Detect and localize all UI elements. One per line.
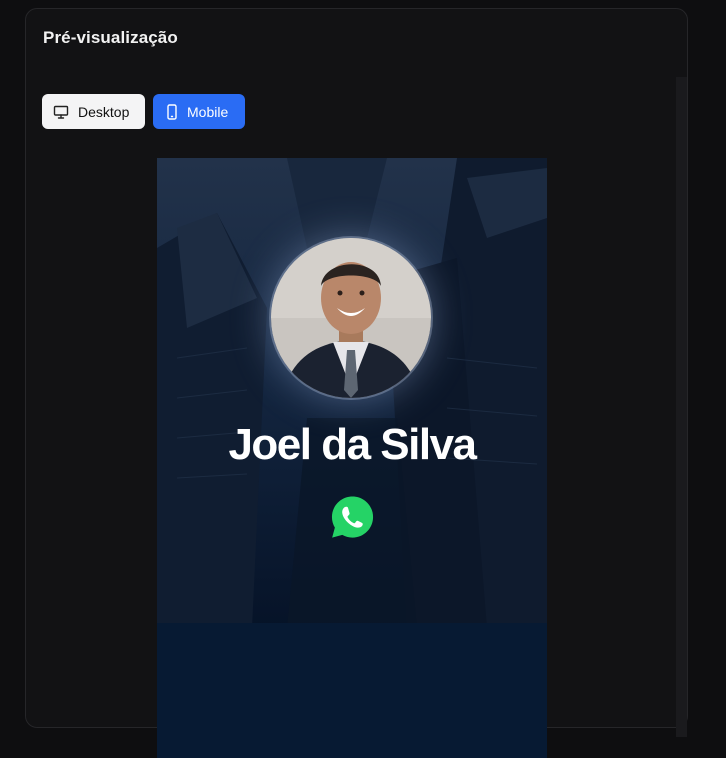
desktop-toggle-label: Desktop <box>78 103 130 120</box>
monitor-icon <box>53 104 69 120</box>
mobile-preview-frame: Joel da Silva <box>157 158 547 758</box>
mobile-toggle-label: Mobile <box>187 103 229 120</box>
profile-photo <box>271 238 431 398</box>
scrollbar[interactable] <box>676 77 687 737</box>
preview-lower-section <box>157 623 547 758</box>
profile-name: Joel da Silva <box>228 420 477 469</box>
desktop-toggle-button[interactable]: Desktop <box>42 94 145 129</box>
preview-panel: Pré-visualização Desktop Mobile Joel da … <box>25 8 688 758</box>
smartphone-icon <box>166 103 178 120</box>
whatsapp-icon[interactable] <box>329 493 376 541</box>
panel-title: Pré-visualização <box>43 28 178 47</box>
mobile-toggle-button[interactable]: Mobile <box>153 94 245 129</box>
